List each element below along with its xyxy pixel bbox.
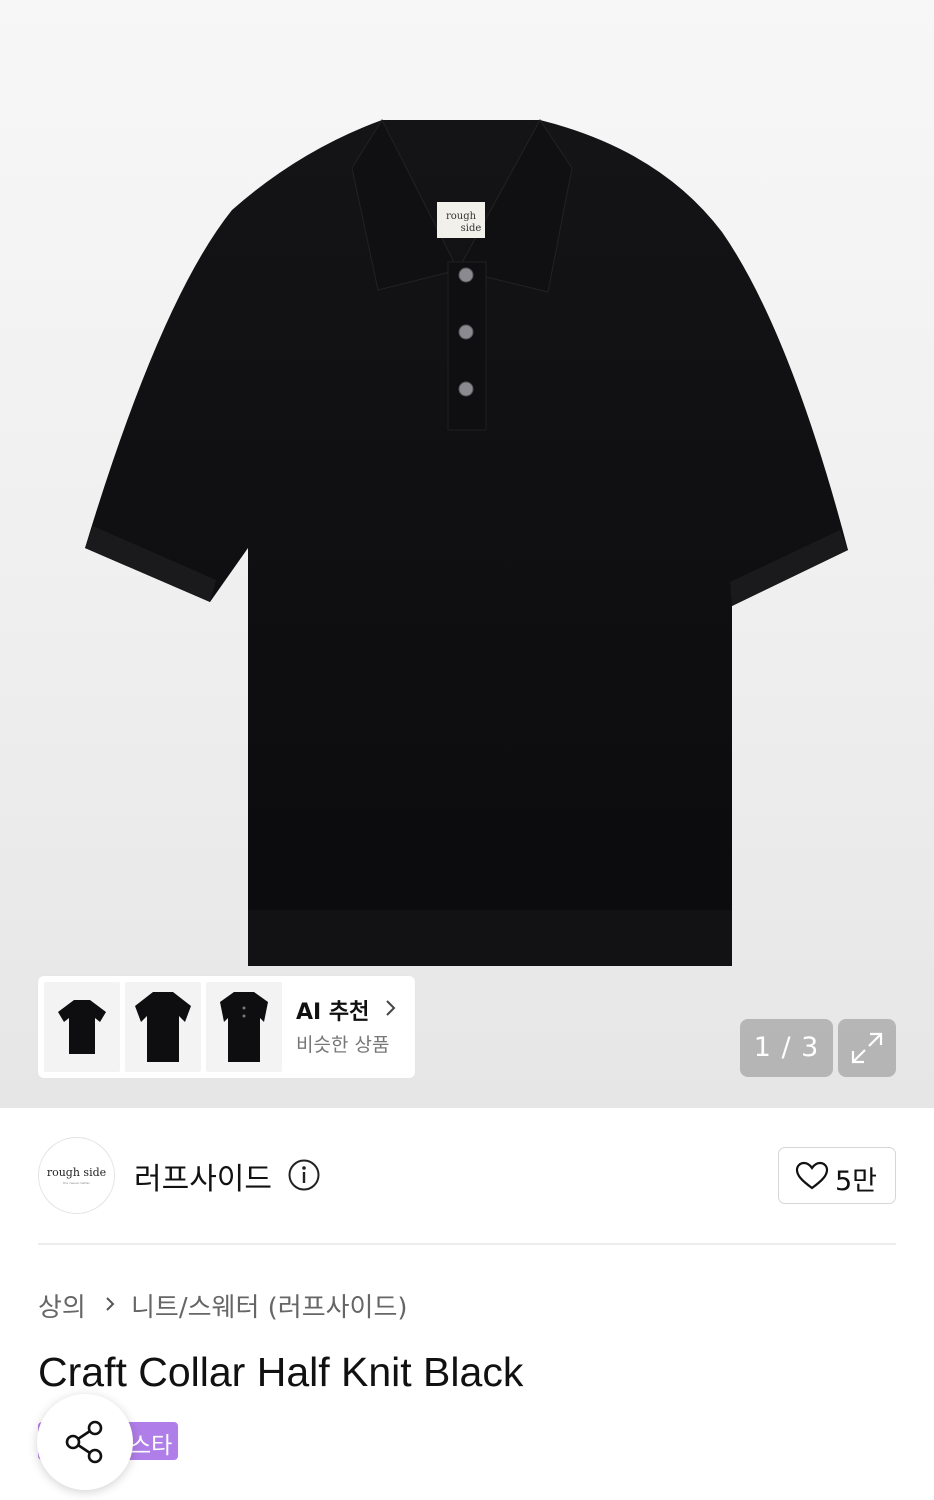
brand-name[interactable]: 러프사이드: [134, 1154, 272, 1198]
heart-icon: [795, 1161, 829, 1190]
thumbnail-3[interactable]: [206, 982, 282, 1072]
product-title: Craft Collar Half Knit Black: [38, 1349, 524, 1395]
thumbnail-strip: AI 추천 비슷한 상품: [38, 976, 415, 1078]
expand-image-button[interactable]: [838, 1019, 896, 1077]
breadcrumb-subcategory[interactable]: 니트/스웨터 (러프사이드): [131, 1287, 408, 1324]
chevron-right-icon: [106, 1297, 115, 1311]
like-count: 5만: [835, 1166, 878, 1197]
ai-recommend-subtitle: 비슷한 상품: [296, 1034, 390, 1056]
brand-logo[interactable]: rough side the casual matter: [38, 1137, 115, 1214]
label-text-bottom: side: [461, 223, 482, 234]
share-icon: [65, 1420, 103, 1464]
chevron-right-icon: [386, 1000, 396, 1016]
expand-diagonal-icon: [851, 1032, 883, 1064]
ai-recommend-link[interactable]: AI 추천 비슷한 상품: [296, 994, 411, 1062]
thumbnail-1[interactable]: [44, 982, 120, 1072]
product-image-gallery[interactable]: rough side AI 추천 비슷한 상품 1 / 3: [0, 0, 934, 1108]
info-icon[interactable]: [287, 1158, 321, 1192]
ai-recommend-title: AI 추천: [296, 1000, 370, 1025]
divider: [38, 1243, 896, 1245]
product-photo: rough side: [85, 118, 848, 966]
share-button[interactable]: [37, 1394, 133, 1490]
badge-label: 스타: [130, 1433, 173, 1459]
breadcrumb-category[interactable]: 상의: [38, 1287, 86, 1324]
image-page-indicator: 1 / 3: [740, 1019, 833, 1077]
brand-like-button[interactable]: 5만: [778, 1147, 896, 1204]
brand-logo-text: rough side: [46, 1166, 107, 1179]
thumbnail-2[interactable]: [125, 982, 201, 1072]
label-text-top: rough: [446, 211, 477, 222]
brand-logo-subtext: the casual matter: [63, 1181, 90, 1185]
